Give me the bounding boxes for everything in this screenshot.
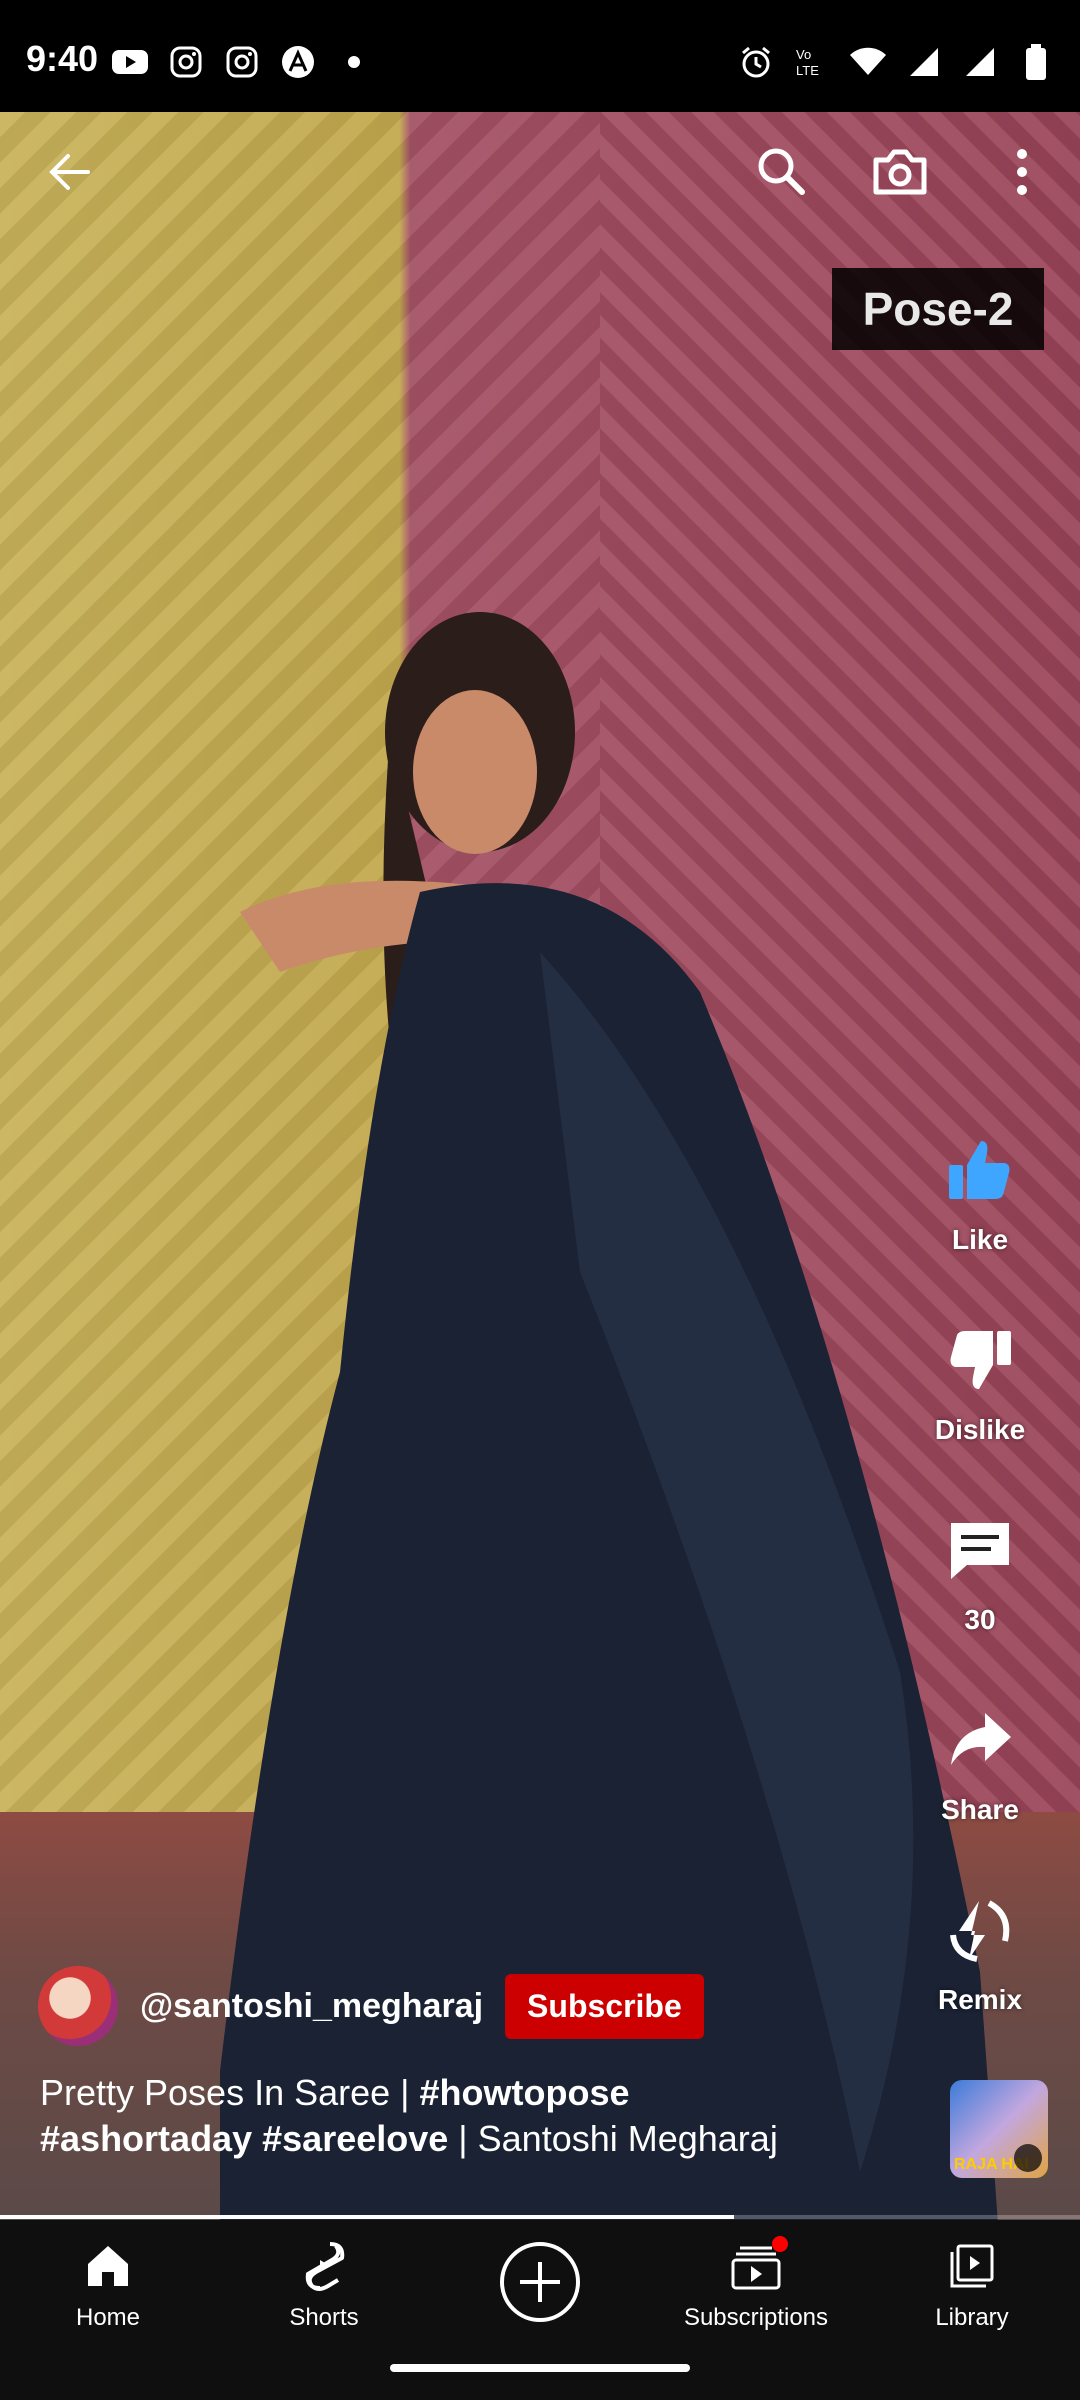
back-button[interactable] bbox=[40, 140, 104, 204]
remix-label: Remix bbox=[937, 1984, 1023, 2015]
bottom-navigation: Home Shorts Subscriptions Library bbox=[0, 2220, 1080, 2400]
nav-home[interactable]: Home bbox=[0, 2238, 216, 2332]
alarm-icon bbox=[738, 44, 774, 80]
nav-subscriptions[interactable]: Subscriptions bbox=[648, 2236, 864, 2332]
subscriptions-icon bbox=[728, 2236, 788, 2294]
more-vertical-icon bbox=[1017, 149, 1027, 195]
title-text-2: | Santoshi Megharaj bbox=[448, 2118, 778, 2159]
dislike-label: Dislike bbox=[934, 1414, 1026, 1445]
sound-pause-icon bbox=[1014, 2144, 1042, 2172]
plus-circle-icon bbox=[498, 2240, 582, 2324]
hashtag-sareelove[interactable]: #sareelove bbox=[262, 2118, 448, 2159]
video-subject-figure bbox=[220, 612, 998, 2220]
home-icon bbox=[80, 2238, 136, 2294]
channel-avatar[interactable] bbox=[38, 1966, 118, 2046]
thumb-down-icon bbox=[940, 1320, 1020, 1400]
svg-text:LTE: LTE bbox=[796, 63, 819, 78]
notification-badge bbox=[772, 2236, 788, 2252]
remix-icon bbox=[940, 1890, 1020, 1970]
youtube-icon bbox=[112, 44, 148, 80]
hashtag-ashortaday[interactable]: #ashortaday bbox=[40, 2118, 252, 2159]
share-button[interactable]: Share bbox=[906, 1700, 1054, 1890]
comment-count: 30 bbox=[964, 1604, 996, 1635]
more-options-button[interactable] bbox=[990, 140, 1054, 204]
channel-handle[interactable]: @santoshi_megharaj bbox=[140, 1987, 483, 2026]
home-indicator[interactable] bbox=[390, 2364, 690, 2372]
status-time: 9:40 bbox=[26, 38, 99, 79]
channel-row: @santoshi_megharaj Subscribe bbox=[38, 1966, 704, 2046]
thumb-up-icon bbox=[940, 1130, 1020, 1210]
library-icon bbox=[944, 2238, 1000, 2294]
camera-icon bbox=[873, 149, 927, 195]
comment-icon bbox=[940, 1510, 1020, 1590]
short-actions-column: Like Dislike 30 Share Remix bbox=[906, 1130, 1054, 2080]
like-label: Like bbox=[951, 1224, 1009, 1255]
camera-button[interactable] bbox=[868, 140, 932, 204]
instagram-icon bbox=[224, 44, 260, 80]
like-button[interactable]: Like bbox=[906, 1130, 1054, 1320]
subscribe-button[interactable]: Subscribe bbox=[505, 1973, 704, 2039]
signal-icon bbox=[906, 44, 942, 80]
remix-button[interactable]: Remix bbox=[906, 1890, 1054, 2080]
share-label: Share bbox=[941, 1794, 1019, 1825]
nav-shorts[interactable]: Shorts bbox=[216, 2238, 432, 2332]
status-right-icons: Vo LTE bbox=[738, 44, 1054, 80]
shorts-icon bbox=[296, 2238, 352, 2294]
short-title[interactable]: Pretty Poses In Saree | #howtopose #ashor… bbox=[40, 2070, 920, 2162]
video-caption-overlay: Pose-2 bbox=[832, 268, 1044, 350]
search-icon bbox=[758, 148, 805, 195]
title-text-1: Pretty Poses In Saree | bbox=[40, 2072, 420, 2113]
video-progress-fill bbox=[0, 2215, 735, 2219]
wifi-icon bbox=[850, 44, 886, 80]
video-progress-bar[interactable] bbox=[0, 2215, 1080, 2219]
nav-shorts-label: Shorts bbox=[289, 2304, 359, 2331]
nav-library[interactable]: Library bbox=[864, 2238, 1080, 2332]
volte-icon: Vo LTE bbox=[794, 44, 830, 80]
svg-text:Vo: Vo bbox=[796, 47, 811, 62]
dot-icon bbox=[336, 44, 372, 80]
nav-home-label: Home bbox=[75, 2304, 141, 2331]
nav-library-label: Library bbox=[935, 2304, 1009, 2331]
instagram-icon bbox=[168, 44, 204, 80]
comments-button[interactable]: 30 bbox=[906, 1510, 1054, 1700]
arrow-left-icon bbox=[49, 154, 90, 190]
share-icon bbox=[940, 1700, 1020, 1780]
signal-icon bbox=[962, 44, 998, 80]
app-icon bbox=[280, 44, 316, 80]
create-button[interactable] bbox=[432, 2240, 648, 2324]
sound-thumbnail[interactable]: RAJA HAI bbox=[950, 2080, 1048, 2178]
search-button[interactable] bbox=[750, 140, 814, 204]
dislike-button[interactable]: Dislike bbox=[906, 1320, 1054, 1510]
nav-subscriptions-label: Subscriptions bbox=[683, 2304, 829, 2331]
hashtag-howtopose[interactable]: #howtopose bbox=[420, 2072, 630, 2113]
battery-icon bbox=[1018, 44, 1054, 80]
status-left-icons bbox=[112, 44, 372, 80]
status-bar: 9:40 Vo LTE bbox=[0, 0, 1080, 112]
